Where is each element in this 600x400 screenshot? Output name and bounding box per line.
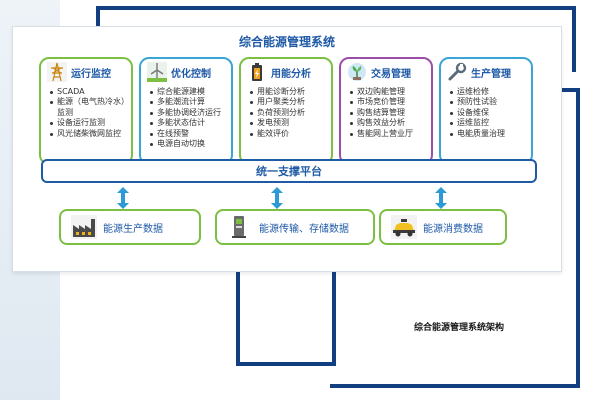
power-tower-icon: [47, 62, 67, 82]
car-icon: [391, 215, 417, 239]
meter-icon: [232, 216, 246, 238]
list-item: 发电预测: [250, 118, 331, 128]
module-label: 交易管理: [371, 68, 411, 80]
diagram-title: 综合能源管理系统: [238, 35, 335, 49]
list-item: 在线预警: [150, 129, 231, 139]
module-production-management: 生产管理 运维检修 预防性试验 设备维保 运维监控 电能质量治理: [439, 57, 533, 165]
module-label: 用能分析: [271, 68, 311, 80]
module-label: 生产管理: [471, 68, 511, 80]
list-item: 购售结算管理: [350, 108, 431, 118]
list-item: 电能质量治理: [450, 129, 531, 139]
data-source-production: 能源生产数据: [59, 209, 201, 245]
list-item: 用能诊断分析: [250, 87, 331, 97]
list-item: 多能状态估计: [150, 118, 231, 128]
factory-icon: [71, 215, 97, 239]
list-item: 综合能源建模: [150, 87, 231, 97]
module-trading-management: 交易管理 双边购能管理 市场竞价管理 购售结算管理 购售效益分析 售能网上营业厅: [339, 57, 433, 165]
data-source-transmission-storage: 能源传输、存储数据: [215, 209, 375, 245]
list-item: 购售效益分析: [350, 118, 431, 128]
list-item: 设备维保: [450, 108, 531, 118]
module-label: 运行监控: [71, 68, 111, 80]
module-optimization-control: 优化控制 综合能源建模 多能潮流计算 多能协调经济运行 多能状态估计 在线预警 …: [139, 57, 233, 165]
list-item: 运维监控: [450, 118, 531, 128]
platform-bar: 统一支撑平台: [41, 159, 537, 183]
diagram-caption: 综合能源管理系统架构: [414, 323, 505, 333]
data-source-consumption: 能源消费数据: [379, 209, 507, 245]
list-item: 电源自动切换: [150, 139, 231, 149]
list-item: 负荷预测分析: [250, 108, 331, 118]
list-item: 用户聚类分析: [250, 97, 331, 107]
list-item: 能效评价: [250, 129, 331, 139]
wrench-icon: [448, 62, 467, 81]
plant-globe-icon: [348, 63, 366, 81]
list-item: 多能潮流计算: [150, 97, 231, 107]
list-item: 运维检修: [450, 87, 531, 97]
double-arrow-icon: [435, 187, 447, 209]
data-source-label: 能源传输、存储数据: [259, 223, 349, 235]
list-item: 市场竞价管理: [350, 97, 431, 107]
list-item: 设备运行监测: [50, 118, 131, 128]
list-item: 风光储柴微网监控: [50, 129, 131, 139]
data-source-label: 能源消费数据: [423, 223, 483, 235]
module-operation-monitoring: 运行监控 SCADA 能源（电气热冷水）监测 设备运行监测 风光储柴微网监控: [39, 57, 133, 165]
list-item: SCADA: [50, 87, 131, 97]
wind-turbine-icon: [147, 62, 167, 82]
data-source-label: 能源生产数据: [103, 223, 163, 235]
module-energy-analysis: 用能分析 用能诊断分析 用户聚类分析 负荷预测分析 发电预测 能效评价: [239, 57, 333, 165]
list-item: 预防性试验: [450, 97, 531, 107]
double-arrow-icon: [271, 187, 283, 209]
list-item: 双边购能管理: [350, 87, 431, 97]
list-item: 多能协调经济运行: [150, 108, 231, 118]
module-label: 优化控制: [171, 68, 211, 80]
battery-icon: [252, 63, 262, 81]
list-item: 售能网上营业厅: [350, 129, 431, 139]
double-arrow-icon: [117, 187, 129, 209]
architecture-card: 综合能源管理系统 运行监控 SCADA 能源（电气热冷水）监测 设备运行监测 风…: [12, 26, 562, 272]
list-item: 能源（电气热冷水）监测: [50, 97, 129, 117]
